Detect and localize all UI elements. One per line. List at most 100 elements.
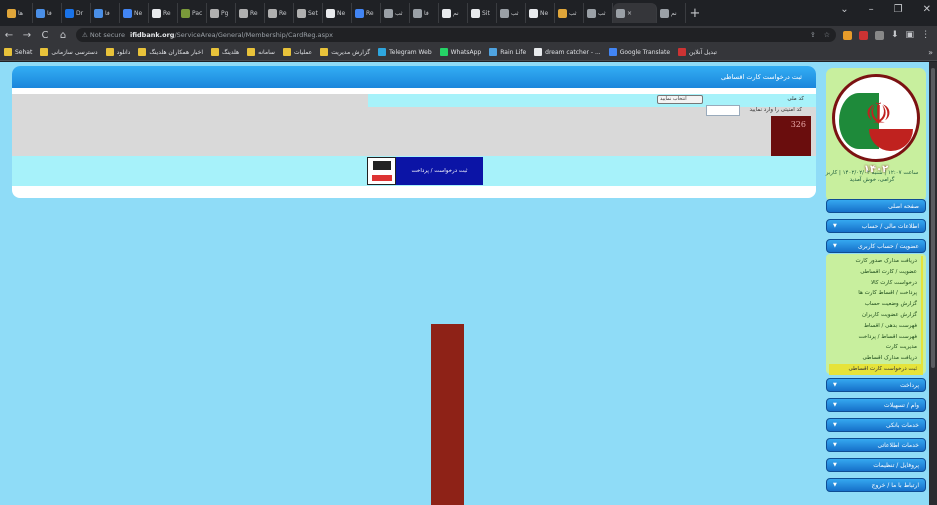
maximize-button[interactable]: ❐ xyxy=(894,4,903,15)
submenu-item[interactable]: گزارش عضویت کاربران xyxy=(829,309,923,321)
sidebar-menu-button[interactable]: ▼ خدمات اطلاعاتی xyxy=(826,438,926,452)
side-panel-icon[interactable]: ▣ xyxy=(906,30,915,40)
tab[interactable]: Ne xyxy=(323,3,352,23)
chevron-down-icon: ▼ xyxy=(833,442,837,448)
bookmarks-overflow-button[interactable]: » xyxy=(928,48,933,57)
bookmark-item[interactable]: Rain Life xyxy=(489,48,526,56)
tab[interactable]: ثب xyxy=(584,3,613,23)
bookmark-item[interactable]: اخبار همکاران هلدینگ xyxy=(138,48,203,56)
tab[interactable]: ثب xyxy=(497,3,526,23)
bookmark-item[interactable]: دانلود xyxy=(105,48,130,56)
bookmark-folder-icon xyxy=(40,48,49,56)
tab-favicon xyxy=(355,8,364,18)
reload-button[interactable]: C xyxy=(36,30,54,41)
sidebar-menu-button[interactable]: ▼ اطلاعات مالی / حساب xyxy=(826,219,926,233)
bookmark-label: سامانه xyxy=(258,48,275,56)
menu-icon[interactable]: ⋮ xyxy=(921,30,930,40)
submenu-item[interactable]: فهرست اقساط / پرداخت xyxy=(829,331,923,343)
close-window-button[interactable]: ✕ xyxy=(923,4,931,15)
chevron-down-icon: ▼ xyxy=(833,223,837,229)
submenu-item[interactable]: عضویت / کارت اقساطی xyxy=(829,266,923,278)
bookmark-star-icon[interactable]: ☆ xyxy=(824,31,830,39)
tab[interactable]: Pg xyxy=(207,3,236,23)
tab[interactable]: فا xyxy=(91,3,120,23)
banner-logo xyxy=(367,157,396,185)
back-button[interactable]: ← xyxy=(0,30,18,41)
tab-close-icon[interactable]: × xyxy=(627,10,632,17)
address-bar[interactable]: ⚠ Not secure ifidbank.org/ServiceArea/Ge… xyxy=(76,28,836,42)
tab-active[interactable]: × xyxy=(613,3,657,23)
sidebar-menu-button[interactable]: ▼ پروفایل / تنظیمات xyxy=(826,458,926,472)
sidebar-menu-button[interactable]: ▼ ارتباط با ما / خروج xyxy=(826,478,926,492)
tab[interactable]: Pac xyxy=(178,3,207,23)
extension-icon[interactable] xyxy=(875,30,884,40)
submenu-item[interactable]: پرداخت / اقساط کارت ها xyxy=(829,288,923,300)
bookmark-item[interactable]: dream catcher - ... xyxy=(534,48,601,56)
tab-search-icon[interactable]: ⌄ xyxy=(840,4,848,15)
sidebar-menu-button[interactable]: ▼ عضویت / حساب کاربری xyxy=(826,239,926,253)
tab[interactable]: فا xyxy=(410,3,439,23)
sidebar-menu-label: خدمات اطلاعاتی xyxy=(877,441,919,449)
bookmark-label: Telegram Web xyxy=(389,48,432,56)
tab[interactable]: Set xyxy=(294,3,323,23)
downloads-icon[interactable]: ⬇ xyxy=(891,30,899,40)
tab-favicon xyxy=(587,8,596,18)
sidebar-menu-button[interactable]: ▼ پرداخت xyxy=(826,378,926,392)
bookmark-item[interactable]: تبدیل آنلاین xyxy=(678,48,717,56)
tab-favicon xyxy=(181,8,190,18)
extension-icon[interactable] xyxy=(859,30,868,40)
tab-label: Ne xyxy=(337,9,346,17)
tab[interactable]: Dr xyxy=(62,3,91,23)
tab[interactable]: ثب xyxy=(381,3,410,23)
submenu-item[interactable]: دریافت مدارک اقساطی xyxy=(829,353,923,364)
scrollbar[interactable] xyxy=(929,62,937,505)
tab[interactable]: Re xyxy=(265,3,294,23)
sidebar-menu-button[interactable]: صفحه اصلی xyxy=(826,199,926,213)
banner-label: ثبت درخواست / پرداخت xyxy=(396,157,483,185)
bookmark-item[interactable]: WhatsApp xyxy=(439,48,481,56)
type-select[interactable]: انتخاب نمایید xyxy=(657,95,703,104)
bookmark-label: هلدینگ xyxy=(221,48,240,56)
tab[interactable]: Re xyxy=(352,3,381,23)
submenu-item[interactable]: ثبت درخواست کارت اقساطی xyxy=(829,363,923,375)
tab[interactable]: Re xyxy=(149,3,178,23)
bookmark-item[interactable]: Telegram Web xyxy=(378,48,432,56)
sidebar-menu-button[interactable]: ▼ خدمات بانکی xyxy=(826,418,926,432)
scrollbar-thumb[interactable] xyxy=(931,68,935,368)
form-row-highlight xyxy=(368,94,816,107)
tab[interactable]: Ne xyxy=(526,3,555,23)
submenu-item[interactable]: فهرست بدهی / اقساط xyxy=(829,320,923,332)
bookmark-label: تبدیل آنلاین xyxy=(689,48,717,56)
bookmark-item[interactable]: Google Translate xyxy=(608,48,670,56)
submit-banner-button[interactable]: ثبت درخواست / پرداخت xyxy=(367,157,483,185)
bookmark-item[interactable]: گزارش مدیریت xyxy=(320,48,370,56)
submenu-item[interactable]: دریافت مدارک صدور کارت xyxy=(829,256,923,267)
submenu-item[interactable]: درخواست کارت کالا xyxy=(829,277,923,289)
tab[interactable]: Sit xyxy=(468,3,497,23)
sidebar-menu-button[interactable]: ▼ وام / تسهیلات xyxy=(826,398,926,412)
home-button[interactable]: ⌂ xyxy=(54,30,72,41)
bookmark-item[interactable]: Sehat xyxy=(4,48,32,56)
bookmark-item[interactable]: عملیات xyxy=(282,48,312,56)
tab[interactable]: نم xyxy=(657,3,686,23)
submenu-item[interactable]: گزارش وضعیت حساب xyxy=(829,299,923,310)
share-icon[interactable]: ⇪ xyxy=(810,31,816,39)
minimize-button[interactable]: – xyxy=(869,4,874,15)
tab-label: نم xyxy=(453,9,459,17)
new-tab-button[interactable]: + xyxy=(686,6,704,21)
tab[interactable]: ثب xyxy=(555,3,584,23)
tab[interactable]: فا xyxy=(33,3,62,23)
forward-button[interactable]: → xyxy=(18,30,36,41)
not-secure-indicator[interactable]: ⚠ Not secure xyxy=(82,31,125,39)
captcha-input[interactable] xyxy=(706,105,740,116)
bookmark-item[interactable]: سامانه xyxy=(247,48,275,56)
tab[interactable]: Re xyxy=(236,3,265,23)
tab[interactable]: ها xyxy=(4,3,33,23)
tab[interactable]: Ne xyxy=(120,3,149,23)
submenu-item[interactable]: مدیریت کارت xyxy=(829,342,923,354)
extension-icon[interactable] xyxy=(843,30,852,40)
tab[interactable]: نم xyxy=(439,3,468,23)
bookmark-item[interactable]: دسترسی سازمانی xyxy=(40,48,98,56)
tab-strip: ها فا Dr فا Ne Re Pac Pg Re Re Set Ne Re ثب فا نم Sit ثب N… xyxy=(0,0,937,26)
bookmark-item[interactable]: هلدینگ xyxy=(210,48,240,56)
